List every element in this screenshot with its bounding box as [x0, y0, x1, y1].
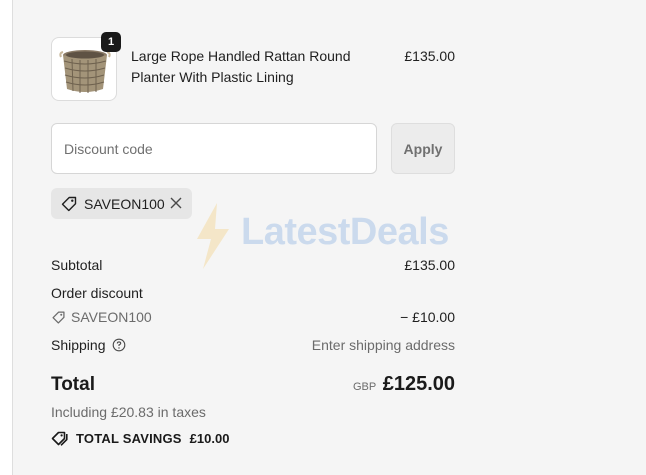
total-value: £125.00	[382, 373, 455, 395]
checkout-page: 1 Large Rope Handled Rattan Round Plante…	[0, 0, 646, 475]
total-label: Total	[51, 374, 95, 395]
total-savings-label: TOTAL SAVINGS	[76, 431, 182, 446]
quantity-badge: 1	[101, 32, 121, 52]
help-circle-icon[interactable]	[112, 338, 126, 352]
total-savings-value: £10.00	[189, 431, 230, 446]
discount-code-input[interactable]	[51, 123, 377, 174]
shipping-value: Enter shipping address	[311, 337, 455, 353]
tax-note: Including £20.83 in taxes	[51, 404, 206, 420]
tag-icon	[52, 310, 65, 324]
currency-code: GBP	[353, 381, 377, 393]
order-discount-value: − £10.00	[400, 309, 455, 325]
applied-discount-code: SAVEON100	[84, 195, 165, 212]
tag-icon	[61, 196, 77, 211]
product-price: £135.00	[404, 48, 455, 64]
applied-discount-chip: SAVEON100	[51, 188, 192, 219]
product-title: Large Rope Handled Rattan Round Planter …	[131, 48, 351, 85]
shipping-label: Shipping	[51, 337, 106, 353]
total-savings: TOTAL SAVINGS £10.00	[51, 430, 229, 447]
order-discount-label: Order discount	[51, 285, 143, 301]
close-icon[interactable]	[168, 195, 184, 211]
subtotal-value: £135.00	[404, 257, 455, 273]
order-discount-code: SAVEON100	[71, 309, 152, 325]
apply-discount-button[interactable]: Apply	[391, 123, 455, 174]
subtotal-label: Subtotal	[51, 257, 103, 273]
savings-tag-icon	[51, 431, 68, 446]
shipping-row: Shipping	[51, 337, 126, 353]
order-discount-code-row: SAVEON100	[51, 309, 152, 325]
